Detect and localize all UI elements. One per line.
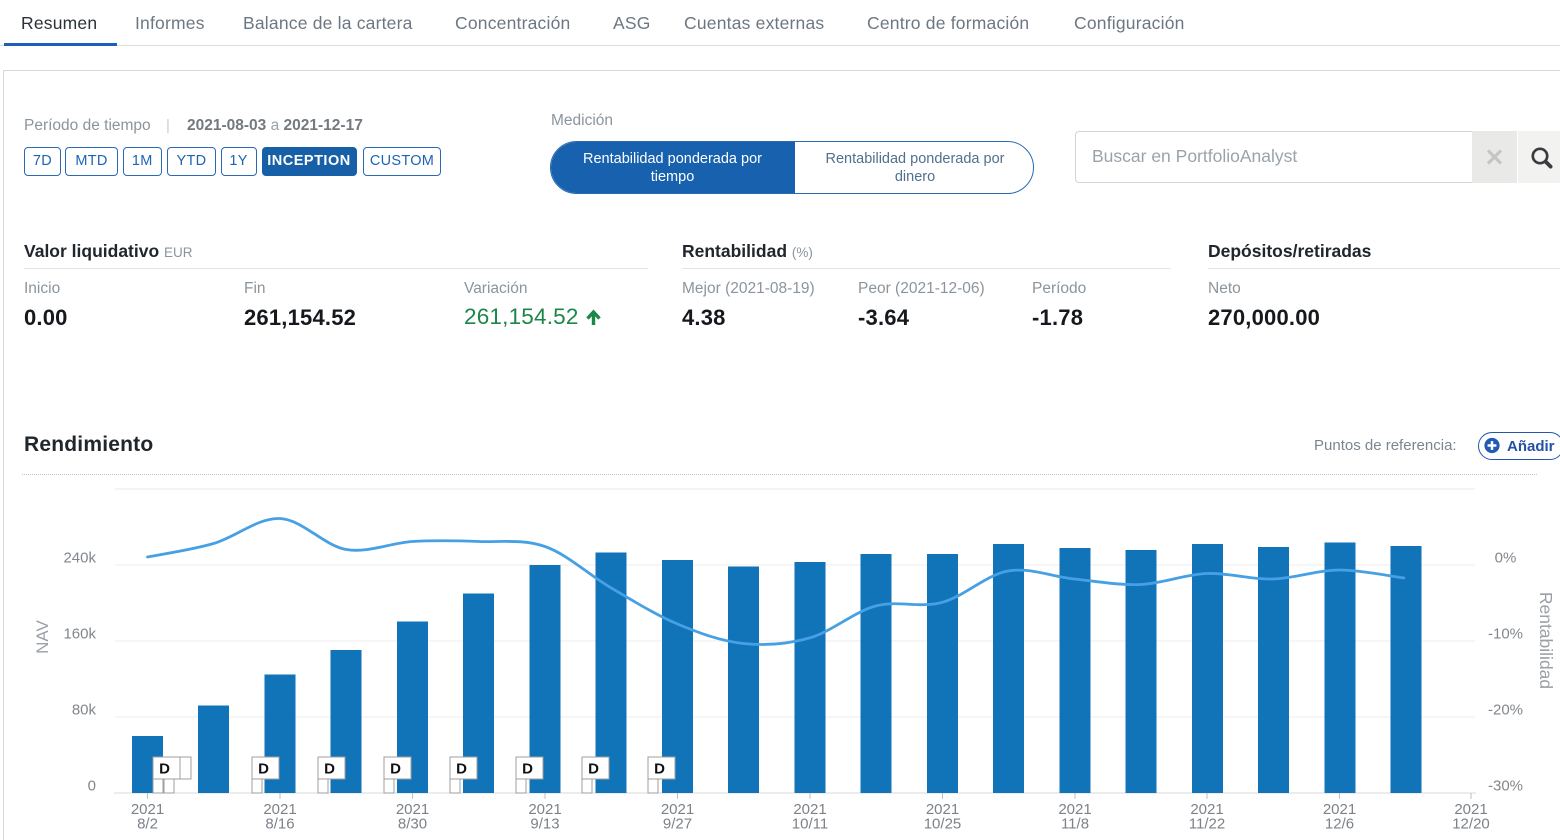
svg-text:10/11: 10/11: [792, 816, 828, 833]
svg-text:12/6: 12/6: [1325, 816, 1354, 833]
svg-text:8/2: 8/2: [137, 816, 158, 833]
svg-text:NAV: NAV: [33, 619, 52, 653]
svg-text:12/20: 12/20: [1452, 816, 1490, 833]
svg-text:0: 0: [88, 778, 96, 795]
svg-text:0%: 0%: [1495, 550, 1517, 567]
svg-text:11/22: 11/22: [1189, 816, 1225, 833]
svg-text:Añadir: Añadir: [1507, 438, 1555, 455]
svg-text:240k: 240k: [63, 550, 96, 567]
svg-text:9/13: 9/13: [530, 816, 559, 833]
svg-text:-20%: -20%: [1488, 702, 1523, 719]
svg-text:8/16: 8/16: [265, 816, 294, 833]
svg-text:160k: 160k: [63, 626, 96, 643]
svg-text:8/30: 8/30: [398, 816, 427, 833]
svg-text:-10%: -10%: [1488, 626, 1523, 643]
svg-text:Rentabilidad: Rentabilidad: [1536, 592, 1556, 689]
svg-text:10/25: 10/25: [924, 816, 962, 833]
svg-text:9/27: 9/27: [663, 816, 692, 833]
svg-text:11/8: 11/8: [1061, 816, 1089, 833]
svg-text:-30%: -30%: [1488, 778, 1523, 795]
svg-text:80k: 80k: [72, 702, 97, 719]
